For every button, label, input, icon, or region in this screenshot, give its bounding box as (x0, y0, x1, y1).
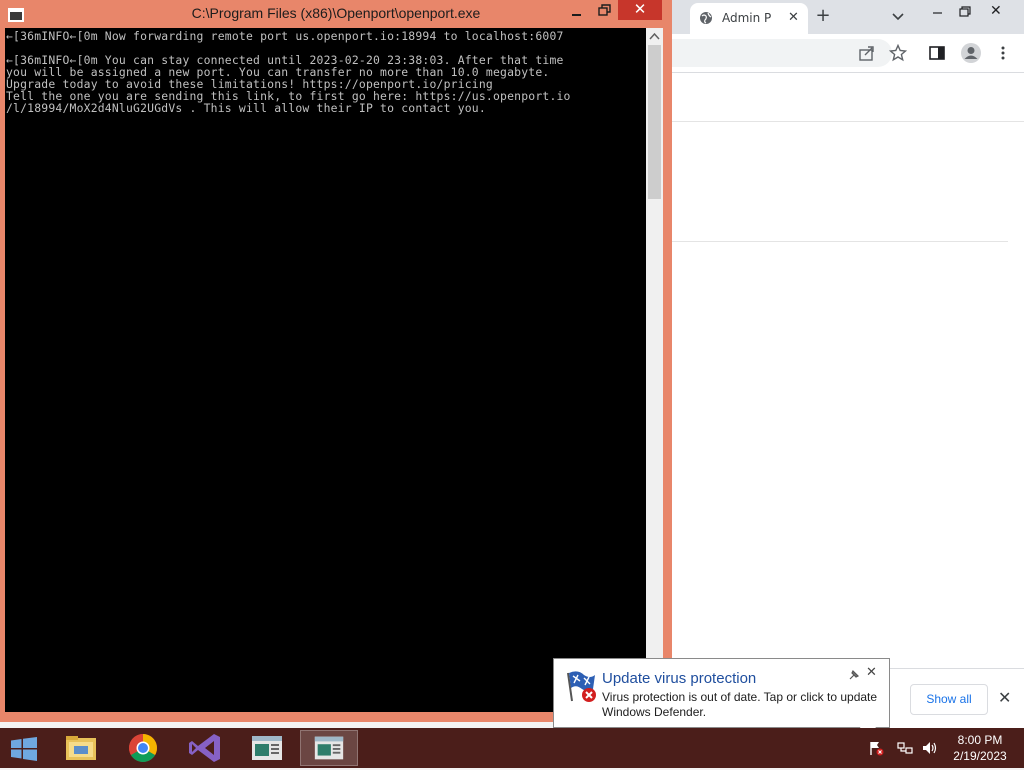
clock-time: 8:00 PM (957, 733, 1003, 747)
restore-icon[interactable] (955, 2, 975, 22)
taskbar-clock[interactable]: 8:00 PM 2/19/2023 (944, 732, 1016, 764)
console-window-icon (314, 736, 344, 760)
bookmark-star-icon[interactable] (889, 44, 907, 62)
more-menu-icon[interactable] (994, 44, 1012, 62)
minimize-icon[interactable] (567, 4, 587, 20)
taskbar-file-explorer[interactable] (52, 730, 110, 766)
profile-avatar-icon[interactable] (960, 42, 982, 64)
chrome-tab-strip: Admin P ✕ + ✕ (672, 0, 1024, 34)
share-icon[interactable] (858, 44, 876, 62)
chrome-window: Admin P ✕ + ✕ Show all ✕ (672, 0, 1024, 729)
notification-title: Update virus protection (602, 670, 757, 687)
tab-close-icon[interactable]: ✕ (788, 9, 799, 27)
taskbar-console-window-active[interactable] (300, 730, 358, 766)
download-bar-close-icon[interactable]: ✕ (998, 689, 1011, 707)
chrome-toolbar (672, 34, 1024, 73)
console-window-icon (252, 736, 282, 760)
minimize-icon[interactable] (928, 2, 948, 22)
content-divider (672, 241, 1008, 242)
defender-flag-icon (567, 671, 596, 702)
scrollbar-thumb[interactable] (648, 45, 661, 199)
notification-close-icon[interactable]: ✕ (866, 665, 877, 681)
new-tab-button[interactable]: + (812, 6, 834, 26)
chrome-icon (129, 734, 157, 762)
visual-studio-icon (189, 734, 220, 762)
console-window: C:\Program Files (x86)\Openport\openport… (0, 0, 672, 722)
taskbar-chrome[interactable] (114, 730, 172, 766)
console-output[interactable]: ←[36mINFO←[0m Now forwarding remote port… (5, 28, 646, 712)
folder-icon (66, 736, 96, 760)
taskbar-visual-studio[interactable] (176, 730, 234, 766)
chevron-down-icon[interactable] (890, 8, 906, 24)
console-text: ←[36mINFO←[0m Now forwarding remote port… (6, 29, 571, 115)
scroll-up-icon[interactable] (646, 28, 663, 45)
tab-admin[interactable]: Admin P ✕ (690, 3, 808, 34)
window-close-icon[interactable]: ✕ (990, 1, 1002, 21)
defender-notification[interactable]: Update virus protection Virus protection… (553, 658, 890, 728)
taskbar-console-window[interactable] (238, 730, 296, 766)
start-windows-icon[interactable] (10, 737, 38, 761)
content-divider (672, 121, 1024, 122)
globe-icon (700, 12, 712, 24)
pin-icon[interactable] (848, 669, 860, 681)
restore-icon[interactable] (596, 2, 614, 18)
tab-title: Admin P (722, 11, 772, 25)
side-panel-icon[interactable] (928, 44, 946, 62)
console-scrollbar[interactable] (646, 28, 663, 712)
volume-icon[interactable] (921, 740, 937, 756)
notification-body: Virus protection is out of date. Tap or … (602, 690, 878, 719)
taskbar: 8:00 PM 2/19/2023 (0, 728, 1024, 768)
action-center-flag-icon[interactable] (868, 740, 884, 756)
console-title-bar[interactable]: C:\Program Files (x86)\Openport\openport… (0, 0, 672, 28)
show-all-button[interactable]: Show all (910, 684, 988, 715)
network-icon[interactable] (897, 740, 913, 756)
console-close-button[interactable]: ✕ (618, 0, 662, 20)
clock-date: 2/19/2023 (953, 749, 1007, 763)
